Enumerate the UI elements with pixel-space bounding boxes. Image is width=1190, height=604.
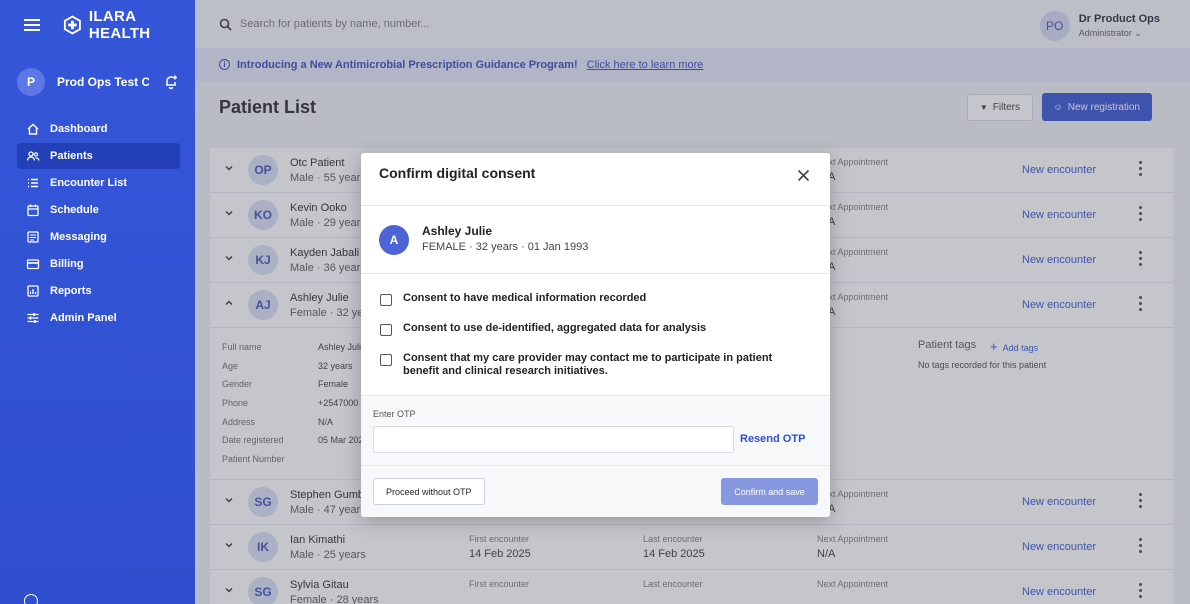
sidebar-item-label: Billing (50, 258, 84, 270)
consent-list: Consent to have medical information reco… (361, 274, 830, 396)
modal-patient-info: A Ashley Julie FEMALE · 32 years · 01 Ja… (361, 206, 830, 274)
modal-title: Confirm digital consent (379, 165, 536, 181)
sidebar-item-label: Reports (50, 285, 92, 297)
patient-name: Ashley Julie (422, 224, 493, 238)
consent-checkbox[interactable] (380, 324, 392, 336)
sliders-icon (27, 313, 39, 323)
consent-label: Consent that my care provider may contac… (403, 352, 773, 377)
clinic-name: Prod Ops Test Cl... (57, 75, 149, 89)
sidebar: ILARA HEALTH P Prod Ops Test Cl... Dashb… (0, 0, 195, 604)
otp-section: Enter OTP Resend OTP (361, 396, 830, 466)
otp-input[interactable] (373, 426, 734, 453)
consent-item[interactable]: Consent that my care provider may contac… (380, 352, 803, 378)
resend-otp-button[interactable]: Resend OTP (740, 433, 805, 445)
otp-label: Enter OTP (373, 409, 416, 419)
users-icon (26, 151, 40, 161)
calendar-icon (27, 204, 39, 217)
sidebar-item-label: Dashboard (50, 123, 108, 135)
sidebar-item-label: Schedule (50, 204, 99, 216)
message-icon (27, 231, 39, 243)
card-icon (26, 259, 40, 270)
sidebar-item-dashboard[interactable]: Dashboard (17, 116, 180, 142)
modal-header: Confirm digital consent (361, 153, 830, 206)
sidebar-item-label: Patients (50, 150, 93, 162)
consent-label: Consent to use de-identified, aggregated… (403, 322, 707, 334)
sidebar-item-encounter-list[interactable]: Encounter List (17, 170, 180, 196)
proceed-without-otp-button[interactable]: Proceed without OTP (373, 478, 485, 505)
avatar: A (379, 225, 409, 255)
chart-icon (27, 285, 39, 297)
list-icon (28, 178, 38, 188)
notification-bell-icon[interactable] (163, 74, 179, 90)
consent-item[interactable]: Consent to use de-identified, aggregated… (380, 322, 803, 336)
confirm-and-save-button[interactable]: Confirm and save (721, 478, 818, 505)
sidebar-item-label: Encounter List (50, 177, 128, 189)
sidebar-item-schedule[interactable]: Schedule (17, 197, 180, 223)
sidebar-item-patients[interactable]: Patients (17, 143, 180, 169)
sidebar-item-label: Admin Panel (50, 312, 117, 324)
consent-modal: Confirm digital consent A Ashley Julie F… (361, 153, 830, 517)
sidebar-item-billing[interactable]: Billing (17, 251, 180, 277)
brand-name: ILARA HEALTH (88, 8, 151, 42)
patient-meta: FEMALE · 32 years · 01 Jan 1993 (422, 241, 589, 253)
sidebar-item-messaging[interactable]: Messaging (17, 224, 180, 250)
home-icon (27, 123, 39, 135)
sidebar-item-reports[interactable]: Reports (17, 278, 180, 304)
modal-footer: Proceed without OTP Confirm and save (361, 466, 830, 517)
close-icon[interactable] (797, 169, 810, 182)
consent-item[interactable]: Consent to have medical information reco… (380, 292, 803, 306)
hamburger-menu-icon[interactable] (24, 19, 40, 31)
clinic-avatar: P (17, 68, 45, 96)
sidebar-item-label: Messaging (50, 231, 107, 243)
sidebar-nav: Dashboard Patients Encounter List Schedu… (0, 116, 195, 331)
sidebar-item-admin-panel[interactable]: Admin Panel (17, 305, 180, 331)
clinic-selector[interactable]: P Prod Ops Test Cl... (17, 68, 195, 96)
brand-logo[interactable]: ILARA HEALTH (63, 8, 195, 42)
ilara-logo-icon (64, 15, 81, 35)
consent-checkbox[interactable] (380, 294, 392, 306)
consent-label: Consent to have medical information reco… (403, 292, 647, 304)
support-icon[interactable] (24, 594, 38, 604)
consent-checkbox[interactable] (380, 354, 392, 366)
